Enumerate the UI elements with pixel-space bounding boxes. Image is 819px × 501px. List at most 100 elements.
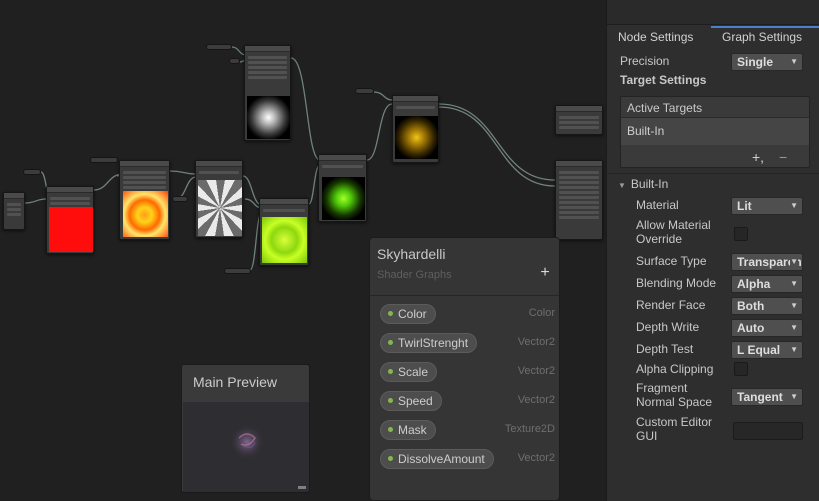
blackboard-panel: Skyhardelli Shader Graphs + Color Color … (369, 237, 560, 501)
wire (373, 91, 393, 101)
wire (366, 103, 393, 161)
property-node[interactable] (90, 157, 118, 163)
fragment-normal-space-label: Fragment Normal Space (636, 381, 713, 409)
precision-label: Precision (620, 54, 670, 68)
wire (438, 106, 556, 187)
chevron-down-icon: ▼ (790, 254, 798, 270)
radial-gradient-node[interactable] (244, 45, 291, 141)
property-pill[interactable]: Scale (380, 362, 438, 382)
twirl-node[interactable] (119, 160, 170, 240)
alpha-clipping-checkbox[interactable] (734, 362, 748, 376)
color-multiply-node[interactable] (46, 186, 94, 254)
surface-type-dropdown[interactable]: Transparent ▼ (731, 253, 803, 271)
property-node[interactable] (355, 88, 374, 94)
property-pill[interactable]: TwirlStrenght (380, 333, 478, 353)
tab-graph-settings[interactable]: Graph Settings (711, 26, 819, 48)
target-item-label: Built-In (627, 124, 665, 138)
remove-target-button[interactable]: − (779, 149, 787, 165)
inspector-header (607, 0, 819, 25)
uv-node[interactable] (3, 192, 25, 230)
target-item-builtin[interactable]: Built-In (621, 118, 809, 145)
depth-test-dropdown[interactable]: L Equal ▼ (731, 341, 803, 359)
property-row-mask[interactable]: Mask Texture2D (370, 418, 559, 442)
property-row-scale[interactable]: Scale Vector2 (370, 360, 559, 384)
property-row-twirlstrenght[interactable]: TwirlStrenght Vector2 (370, 331, 559, 355)
add-target-button[interactable]: +, (752, 149, 764, 165)
blending-mode-dropdown[interactable]: Alpha ▼ (731, 275, 803, 293)
property-node[interactable] (229, 58, 240, 64)
wire (290, 57, 321, 161)
material-dropdown[interactable]: Lit ▼ (731, 197, 803, 215)
property-pill[interactable]: Color (380, 304, 436, 324)
add-property-button[interactable]: + (536, 264, 554, 282)
main-preview-viewport[interactable] (183, 402, 309, 492)
property-type: Texture2D (504, 423, 555, 435)
chevron-down-icon: ▼ (790, 389, 798, 405)
exposed-dot-icon (388, 427, 393, 433)
fragment-normal-space-value: Tangent (737, 390, 783, 404)
property-row-dissolveamount[interactable]: DissolveAmount Vector2 (370, 447, 559, 471)
allow-material-override-checkbox[interactable] (734, 227, 748, 241)
exposed-dot-icon (388, 311, 393, 317)
blending-mode-label: Blending Mode (636, 276, 717, 290)
vertex-stack[interactable] (555, 105, 603, 135)
property-pill[interactable]: Mask (380, 420, 436, 440)
depth-write-label: Depth Write (636, 320, 700, 334)
material-value: Lit (737, 199, 752, 213)
active-targets-list: Active Targets Built-In +, − (620, 96, 810, 168)
property-pill[interactable]: Speed (380, 391, 442, 411)
fragment-normal-space-dropdown[interactable]: Tangent ▼ (731, 388, 803, 406)
exposed-dot-icon (388, 398, 393, 404)
chevron-down-icon: ▼ (790, 345, 798, 354)
green-twirl-node[interactable] (259, 198, 309, 266)
multiply-node[interactable] (318, 154, 367, 222)
wire (169, 170, 197, 175)
alpha-clipping-label: Alpha Clipping (636, 362, 714, 376)
custom-editor-gui-field[interactable] (733, 422, 803, 440)
precision-dropdown[interactable]: Single ▼ (731, 53, 803, 71)
target-settings-heading: Target Settings (620, 73, 707, 87)
chevron-down-icon: ▼ (790, 301, 798, 310)
property-node[interactable] (172, 196, 188, 202)
property-name: Mask (398, 423, 427, 437)
tab-node-settings[interactable]: Node Settings (618, 26, 693, 48)
chevron-down-icon: ▼ (790, 279, 798, 288)
property-row-color[interactable]: Color Color (370, 302, 559, 326)
chevron-down-icon: ▼ (790, 201, 798, 210)
resize-handle[interactable] (298, 486, 306, 489)
node-preview (322, 177, 365, 220)
wire (24, 198, 47, 204)
blending-mode-value: Alpha (737, 277, 771, 291)
property-type: Vector2 (517, 452, 555, 464)
property-name: DissolveAmount (398, 452, 485, 466)
exposed-dot-icon (388, 340, 393, 346)
builtin-foldout-label: Built-In (630, 177, 669, 191)
property-node[interactable] (224, 268, 251, 274)
material-label: Material (636, 198, 679, 212)
property-pill[interactable]: DissolveAmount (380, 449, 494, 469)
render-face-label: Render Face (636, 298, 706, 312)
chevron-down-icon: ▼ (790, 57, 798, 66)
divider (370, 295, 559, 296)
property-node[interactable] (206, 44, 232, 50)
allow-material-override-label: Allow Material Override (636, 218, 711, 246)
builtin-foldout-divider (607, 173, 819, 174)
color-property-node[interactable] (23, 169, 41, 175)
blackboard-title: Skyhardelli (377, 246, 446, 262)
property-row-speed[interactable]: Speed Vector2 (370, 389, 559, 413)
depth-write-dropdown[interactable]: Auto ▼ (731, 319, 803, 337)
node-preview (247, 96, 290, 139)
multiply-color-node[interactable] (392, 95, 439, 163)
depth-test-label: Depth Test (636, 342, 694, 356)
node-preview (49, 207, 93, 252)
fragment-stack[interactable] (555, 160, 603, 240)
render-face-dropdown[interactable]: Both ▼ (731, 297, 803, 315)
property-name: Scale (398, 365, 429, 379)
twirl-grayscale-node[interactable] (195, 160, 243, 238)
surface-type-label: Surface Type (636, 254, 707, 268)
chevron-down-icon: ▼ (790, 323, 798, 332)
custom-editor-gui-label: Custom Editor GUI (636, 415, 713, 443)
property-name: Speed (398, 394, 433, 408)
node-preview (198, 180, 242, 236)
builtin-foldout[interactable]: ▼ Built-In (618, 177, 668, 191)
